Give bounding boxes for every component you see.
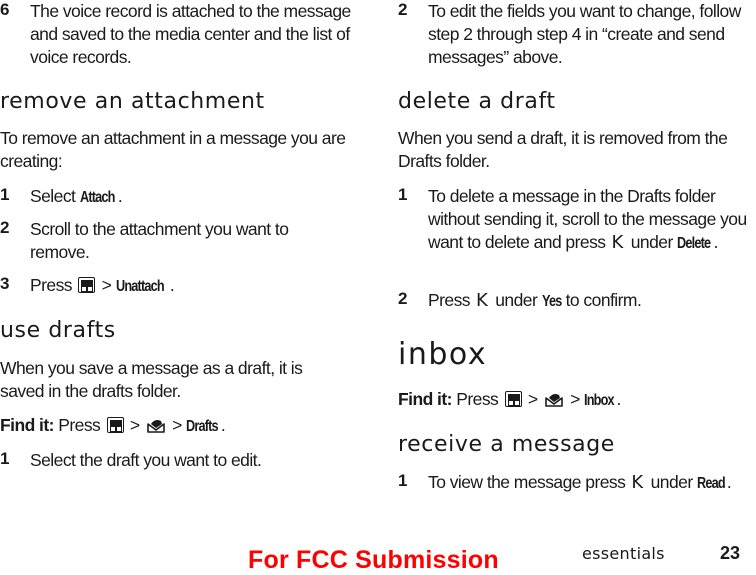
remove-intro: To remove an attachment in a message you… — [0, 128, 346, 171]
heading-use-drafts: use drafts — [0, 318, 116, 343]
menu-option-read: Read — [696, 475, 726, 492]
drafts-find-it: Find it: Press > > Drafts. — [0, 414, 360, 438]
inbox-find-it: Find it: Press > > Inbox. — [398, 388, 756, 412]
menu-option-drafts: Drafts — [186, 418, 219, 435]
envelope-icon — [545, 394, 563, 407]
step-number: 1 — [398, 185, 408, 204]
envelope-icon — [147, 420, 165, 433]
heading-inbox: inbox — [398, 337, 488, 372]
left-softkey-icon: K — [611, 232, 623, 253]
find-it-label: Find it: — [398, 389, 452, 409]
left-softkey-icon: K — [631, 472, 643, 493]
step-text: Select Attach. — [30, 185, 350, 209]
step-text: The voice record is attached to the mess… — [30, 1, 351, 67]
menu-key-icon — [504, 391, 522, 407]
step-text: Press Kunder Yes to confirm. — [428, 290, 642, 311]
fcc-watermark: For FCC Submission — [248, 546, 499, 574]
menu-option-delete: Delete — [677, 235, 711, 252]
step-text: Scroll to the attachment you want to rem… — [30, 219, 289, 262]
step-text: Select the draft you want to edit. — [30, 450, 262, 470]
footer-section-name: essentials — [582, 544, 665, 563]
step-number: 1 — [0, 185, 10, 204]
menu-key-icon — [106, 417, 124, 433]
step-number: 1 — [0, 449, 10, 468]
step-number: 2 — [0, 218, 10, 237]
menu-option-attach: Attach — [79, 189, 115, 206]
heading-receive-message: receive a message — [398, 432, 615, 457]
step-text: Press > Unattach. — [30, 274, 350, 298]
page-number: 23 — [720, 543, 741, 563]
find-it-label: Find it: — [0, 415, 54, 435]
drafts-intro: When you save a message as a draft, it i… — [0, 358, 303, 401]
heading-remove-attachment: remove an attachment — [0, 89, 265, 114]
menu-key-icon — [78, 277, 96, 293]
heading-delete-draft: delete a draft — [398, 89, 556, 114]
delete-intro: When you send a draft, it is removed fro… — [398, 128, 728, 171]
step-number: 1 — [398, 471, 408, 490]
menu-option-yes: Yes — [541, 293, 562, 310]
step-number: 6 — [0, 0, 10, 19]
left-softkey-icon: K — [475, 290, 488, 311]
step-text: To view the message press Kunder Read. — [428, 472, 732, 493]
menu-option-inbox: Inbox — [584, 392, 615, 409]
step-text: To edit the fields you want to change, f… — [428, 1, 741, 67]
step-number: 3 — [0, 274, 10, 293]
menu-option-unattach: Unattach — [115, 278, 165, 295]
step-number: 2 — [398, 289, 408, 308]
step-text: To delete a message in the Drafts folder… — [428, 186, 747, 253]
step-number: 2 — [398, 0, 408, 19]
